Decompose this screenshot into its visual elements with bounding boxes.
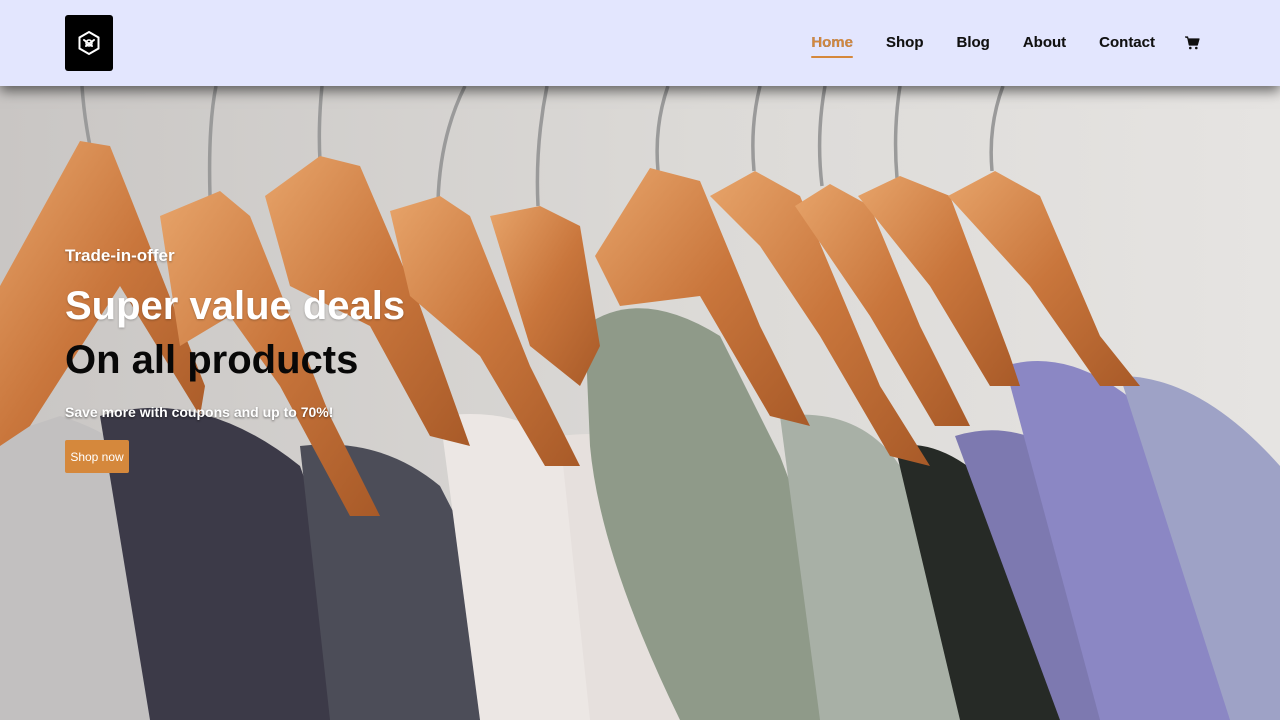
main-nav: Home Shop Blog About Contact (778, 0, 1200, 86)
nav-about-link[interactable]: About (1023, 33, 1066, 53)
shop-now-button[interactable]: Shop now (65, 440, 129, 473)
hero-headline-1: Super value deals (65, 284, 406, 328)
brand-logo[interactable] (65, 15, 113, 71)
hexagon-knot-logo-icon (78, 30, 100, 56)
hero-banner: Trade-in-offer Super value deals On all … (0, 86, 1280, 720)
hero-eyebrow: Trade-in-offer (65, 246, 175, 265)
shopping-cart-icon (1185, 36, 1200, 50)
hero-headline-2: On all products (65, 338, 359, 382)
hero-subtext: Save more with coupons and up to 70%! (65, 404, 334, 420)
nav-contact-link[interactable]: Contact (1099, 33, 1155, 53)
nav-blog-link[interactable]: Blog (956, 33, 989, 53)
nav-shop-link[interactable]: Shop (886, 33, 924, 53)
site-header: Home Shop Blog About Contact (0, 0, 1280, 86)
nav-home-link[interactable]: Home (811, 33, 853, 58)
clothes-on-hangers-image (0, 86, 1280, 720)
cart-button[interactable] (1185, 36, 1200, 50)
